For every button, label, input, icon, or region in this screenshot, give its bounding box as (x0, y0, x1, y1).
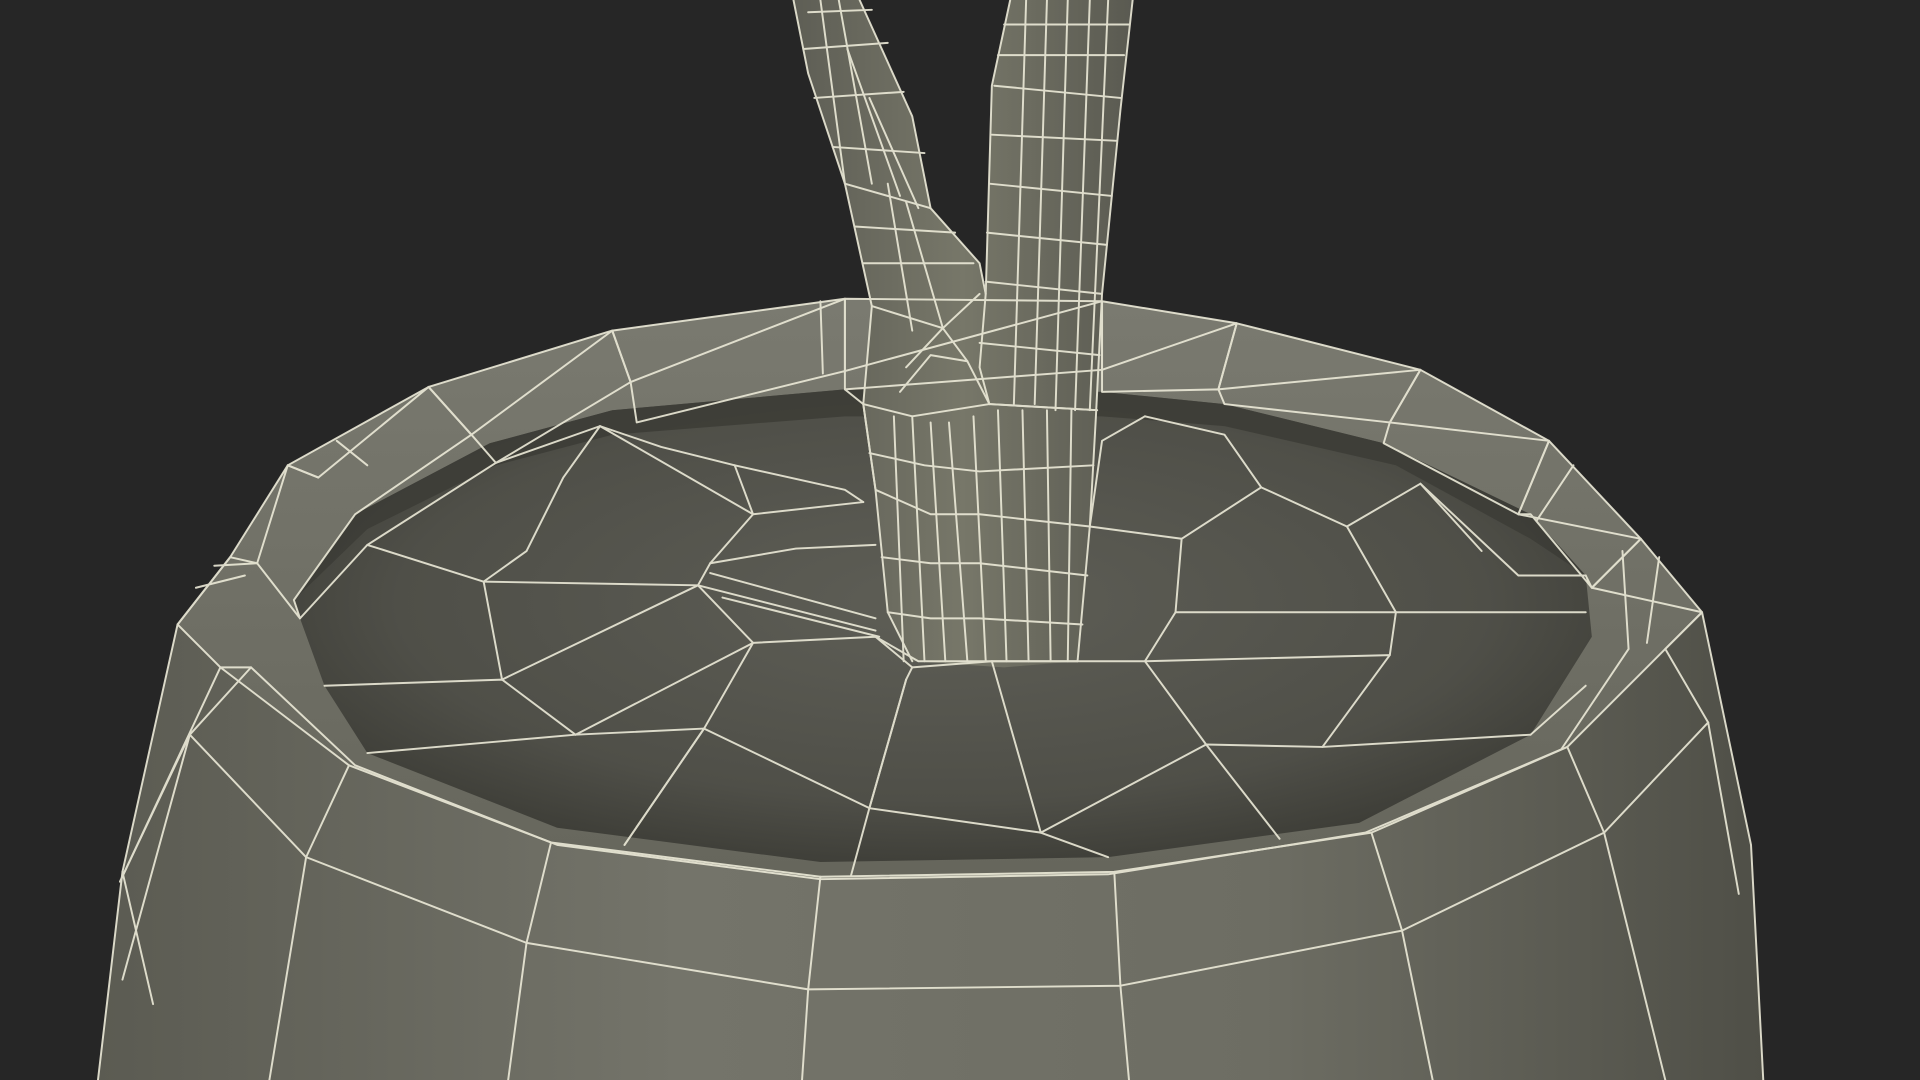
wireframe-render (96, 0, 1765, 1080)
